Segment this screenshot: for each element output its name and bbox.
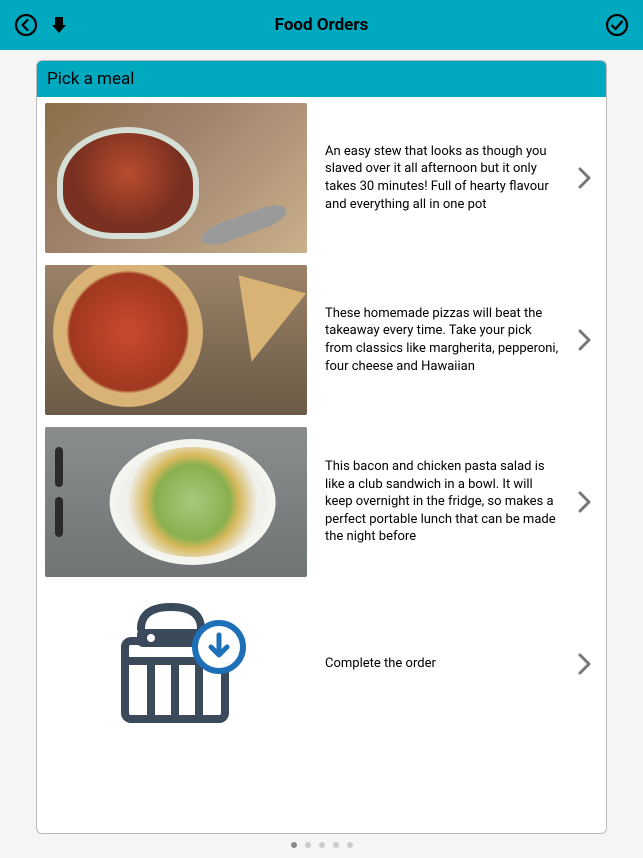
page-dot[interactable]: [319, 842, 325, 848]
meal-row-pizza[interactable]: These homemade pizzas will beat the take…: [37, 259, 606, 421]
chevron-right-icon: [578, 653, 592, 675]
page-dot[interactable]: [347, 842, 353, 848]
meal-description: These homemade pizzas will beat the take…: [325, 305, 560, 375]
back-icon[interactable]: [14, 13, 38, 37]
download-arrow-icon[interactable]: [52, 17, 66, 33]
card-header: Pick a meal: [37, 61, 606, 97]
page-title: Food Orders: [275, 15, 369, 35]
chevron-right-icon: [578, 329, 592, 351]
meal-row-salad[interactable]: This bacon and chicken pasta salad is li…: [37, 421, 606, 583]
meal-row-stew[interactable]: An easy stew that looks as though you sl…: [37, 97, 606, 259]
meal-image-stew: [45, 103, 307, 253]
meal-description: This bacon and chicken pasta salad is li…: [325, 458, 560, 546]
confirm-icon[interactable]: [605, 13, 629, 37]
basket-download-icon: [45, 589, 307, 739]
top-bar: Food Orders: [0, 0, 643, 50]
chevron-right-icon: [578, 167, 592, 189]
meal-image-pizza: [45, 265, 307, 415]
meal-list[interactable]: An easy stew that looks as though you sl…: [37, 97, 606, 833]
complete-order-label: Complete the order: [325, 655, 560, 673]
page-dot[interactable]: [305, 842, 311, 848]
meal-image-salad: [45, 427, 307, 577]
meal-description: An easy stew that looks as though you sl…: [325, 143, 560, 213]
content-wrap: Pick a meal An easy stew that looks as t…: [0, 50, 643, 848]
page-dot[interactable]: [291, 842, 297, 848]
meal-card: Pick a meal An easy stew that looks as t…: [36, 60, 607, 834]
page-indicator[interactable]: [36, 834, 607, 848]
top-bar-left: [14, 13, 66, 37]
page-dot[interactable]: [333, 842, 339, 848]
chevron-right-icon: [578, 491, 592, 513]
complete-order-row[interactable]: Complete the order: [37, 583, 606, 745]
